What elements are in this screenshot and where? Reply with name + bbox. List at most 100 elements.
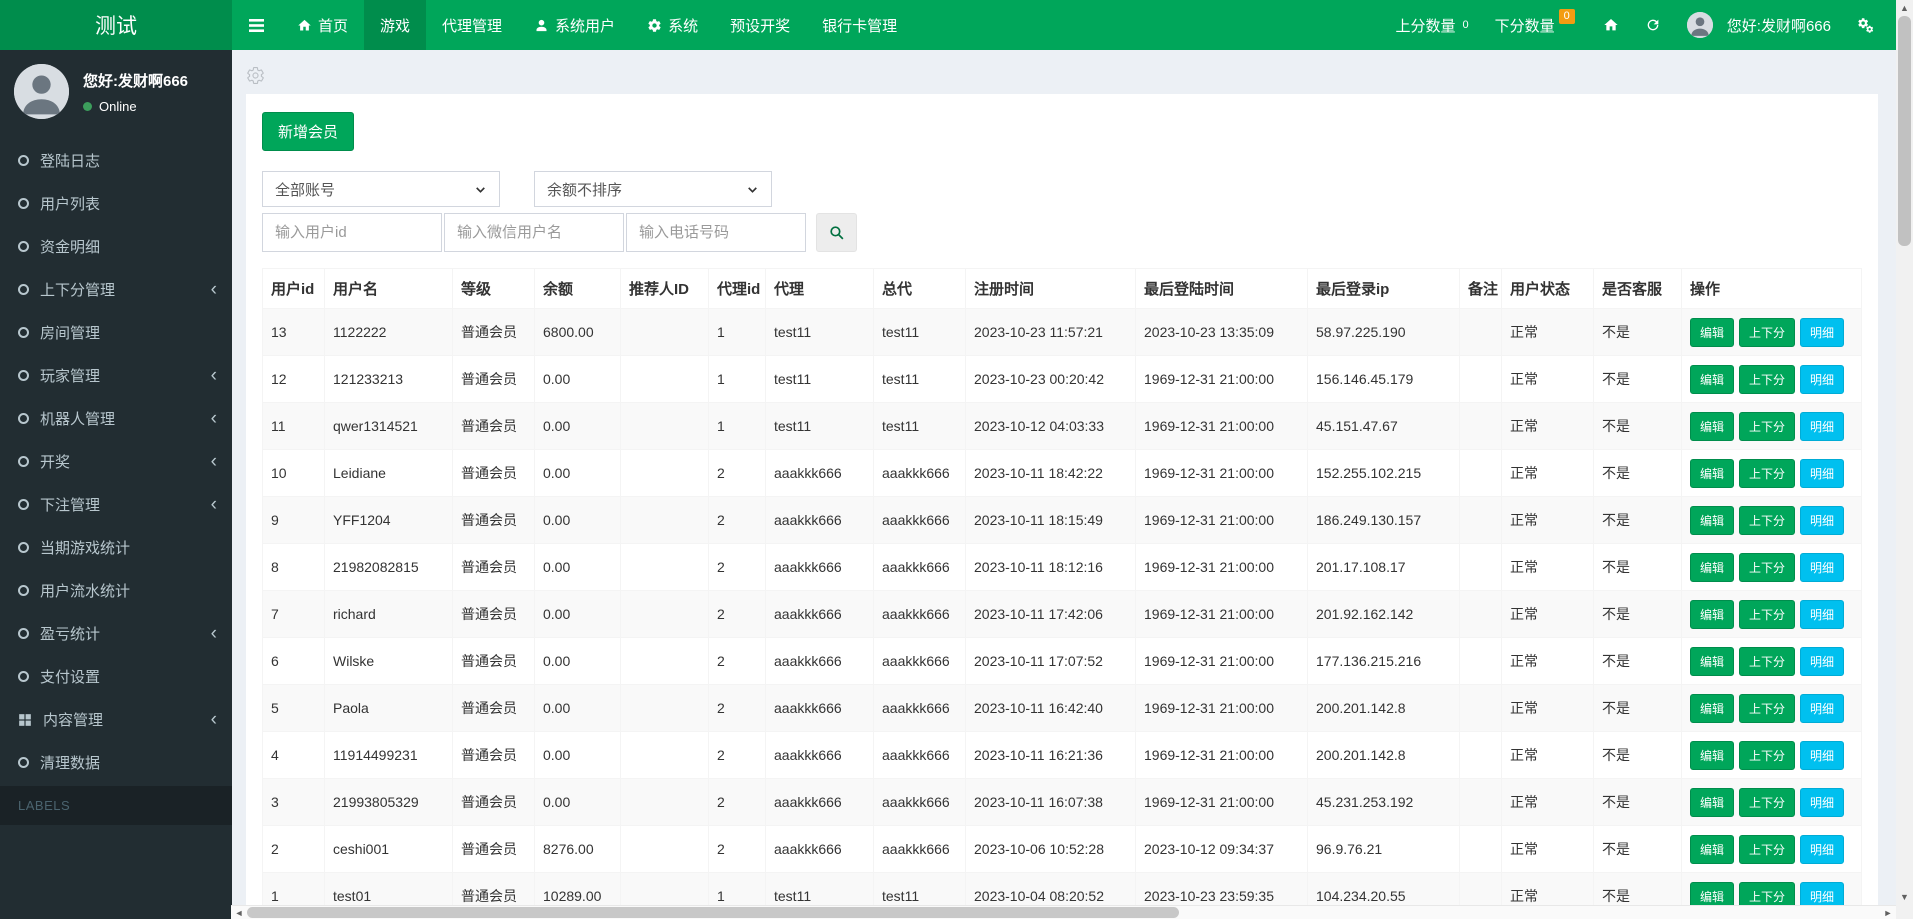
detail-button[interactable]: 明细 [1800,740,1845,770]
updown-score-button[interactable]: 上下分 [1739,317,1796,347]
edit-button[interactable]: 编辑 [1690,552,1735,582]
updown-score-button[interactable]: 上下分 [1739,364,1796,394]
sidebar-item-8[interactable]: 下注管理 ‹ [0,483,232,526]
edit-button[interactable]: 编辑 [1690,834,1735,864]
gears-icon [1858,17,1874,33]
widget-toggle-button[interactable] [246,60,1878,90]
edit-button[interactable]: 编辑 [1690,411,1735,441]
detail-button[interactable]: 明细 [1800,787,1845,817]
updown-score-button[interactable]: 上下分 [1739,881,1796,905]
detail-button[interactable]: 明细 [1800,693,1845,723]
service-cell: 不是 [1593,543,1682,591]
updown-score-button[interactable]: 上下分 [1739,787,1796,817]
service-cell: 不是 [1593,590,1682,638]
edit-button[interactable]: 编辑 [1690,364,1735,394]
sidebar-item-6[interactable]: 机器人管理 ‹ [0,397,232,440]
edit-button[interactable]: 编辑 [1690,317,1735,347]
horizontal-scrollbar-thumb[interactable] [247,907,1180,918]
sidebar-item-12[interactable]: 支付设置 [0,655,232,698]
add-member-button[interactable]: 新增会员 [262,112,355,151]
sidebar-item-label: 开奖 [40,454,71,471]
detail-button[interactable]: 明细 [1800,317,1845,347]
updown-score-button[interactable]: 上下分 [1739,458,1796,488]
updown-score-button[interactable]: 上下分 [1739,834,1796,864]
nav-item-5[interactable]: 预设开奖 [714,0,806,50]
detail-button[interactable]: 明细 [1800,646,1845,676]
edit-button[interactable]: 编辑 [1690,599,1735,629]
edit-button[interactable]: 编辑 [1690,787,1735,817]
settings-menu-button[interactable] [1844,0,1887,50]
sidebar-item-1[interactable]: 用户列表 [0,182,232,225]
up-score-menu[interactable]: 上分数量 0 [1383,0,1482,50]
sidebar-item-9[interactable]: 当期游戏统计 [0,526,232,569]
phone-input[interactable] [626,213,806,252]
detail-button[interactable]: 明细 [1800,834,1845,864]
scroll-down-arrow-icon[interactable]: ▼ [1896,889,1913,905]
updown-score-button[interactable]: 上下分 [1739,599,1796,629]
user-menu[interactable]: 您好:发财啊666 [1674,0,1844,50]
sidebar-item-4[interactable]: 房间管理 [0,311,232,354]
nav-item-2[interactable]: 代理管理 [426,0,518,50]
sidebar-item-14[interactable]: 清理数据 [0,741,232,784]
remark-cell [1459,543,1502,591]
sidebar-item-7[interactable]: 开奖 ‹ [0,440,232,483]
edit-button[interactable]: 编辑 [1690,740,1735,770]
nav-item-1[interactable]: 游戏 [364,0,427,50]
detail-button[interactable]: 明细 [1800,599,1845,629]
search-button[interactable] [816,213,857,252]
nav-item-0[interactable]: 首页 [281,0,364,50]
edit-button[interactable]: 编辑 [1690,881,1735,905]
sidebar-item-0[interactable]: 登陆日志 [0,139,232,182]
vertical-scrollbar[interactable]: ▲ ▼ [1896,0,1913,905]
updown-score-button[interactable]: 上下分 [1739,505,1796,535]
detail-button[interactable]: 明细 [1800,881,1845,905]
sidebar-item-2[interactable]: 资金明细 [0,225,232,268]
updown-score-button[interactable]: 上下分 [1739,740,1796,770]
remark-cell [1459,355,1502,403]
horizontal-scrollbar[interactable]: ◄ ► [231,905,1896,919]
scroll-left-arrow-icon[interactable]: ◄ [231,906,247,919]
circle-icon [18,241,29,252]
wechat-name-input[interactable] [444,213,624,252]
vertical-scrollbar-thumb[interactable] [1898,16,1911,246]
detail-button[interactable]: 明细 [1800,411,1845,441]
detail-button[interactable]: 明细 [1800,458,1845,488]
home-shortcut-button[interactable] [1590,0,1632,50]
sidebar-item-13[interactable]: 内容管理 ‹ [0,698,232,741]
edit-button[interactable]: 编辑 [1690,458,1735,488]
refresh-button[interactable] [1632,0,1674,50]
down-score-menu[interactable]: 下分数量 0 [1482,0,1590,50]
user-id-input[interactable] [262,213,442,252]
detail-button[interactable]: 明细 [1800,364,1845,394]
sidebar-item-11[interactable]: 盈亏统计 ‹ [0,612,232,655]
account-filter-select[interactable]: 全部账号 [262,171,500,207]
updown-score-button[interactable]: 上下分 [1739,646,1796,676]
sidebar-item-10[interactable]: 用户流水统计 [0,569,232,612]
scroll-up-arrow-icon[interactable]: ▲ [1896,0,1913,16]
status-cell: 正常 [1501,308,1594,356]
detail-button[interactable]: 明细 [1800,552,1845,582]
sidebar-toggle-button[interactable] [232,0,281,50]
sidebar-item-3[interactable]: 上下分管理 ‹ [0,268,232,311]
edit-button[interactable]: 编辑 [1690,505,1735,535]
account-filter-value: 全部账号 [275,181,336,199]
agent_id-cell: 2 [708,637,766,685]
nav-item-6[interactable]: 银行卡管理 [806,0,913,50]
sidebar-item-5[interactable]: 玩家管理 ‹ [0,354,232,397]
detail-button[interactable]: 明细 [1800,505,1845,535]
balance-sort-select[interactable]: 余额不排序 [534,171,772,207]
brand-logo[interactable]: 测试 [0,0,232,50]
nav-item-3[interactable]: 系统用户 [518,0,631,50]
level-cell: 普通会员 [452,449,535,497]
edit-button[interactable]: 编辑 [1690,646,1735,676]
edit-button[interactable]: 编辑 [1690,693,1735,723]
updown-score-button[interactable]: 上下分 [1739,552,1796,582]
table-row: 9 YFF1204 普通会员 0.00 2 aaakkk666 aaakkk666 2023-… [262,496,1862,544]
circle-icon [18,585,29,596]
updown-score-button[interactable]: 上下分 [1739,693,1796,723]
reg-cell: 2023-10-11 18:42:22 [965,449,1136,497]
updown-score-button[interactable]: 上下分 [1739,411,1796,441]
column-header: 代理 [765,268,874,309]
scroll-right-arrow-icon[interactable]: ► [1880,906,1896,919]
nav-item-4[interactable]: 系统 [631,0,714,50]
